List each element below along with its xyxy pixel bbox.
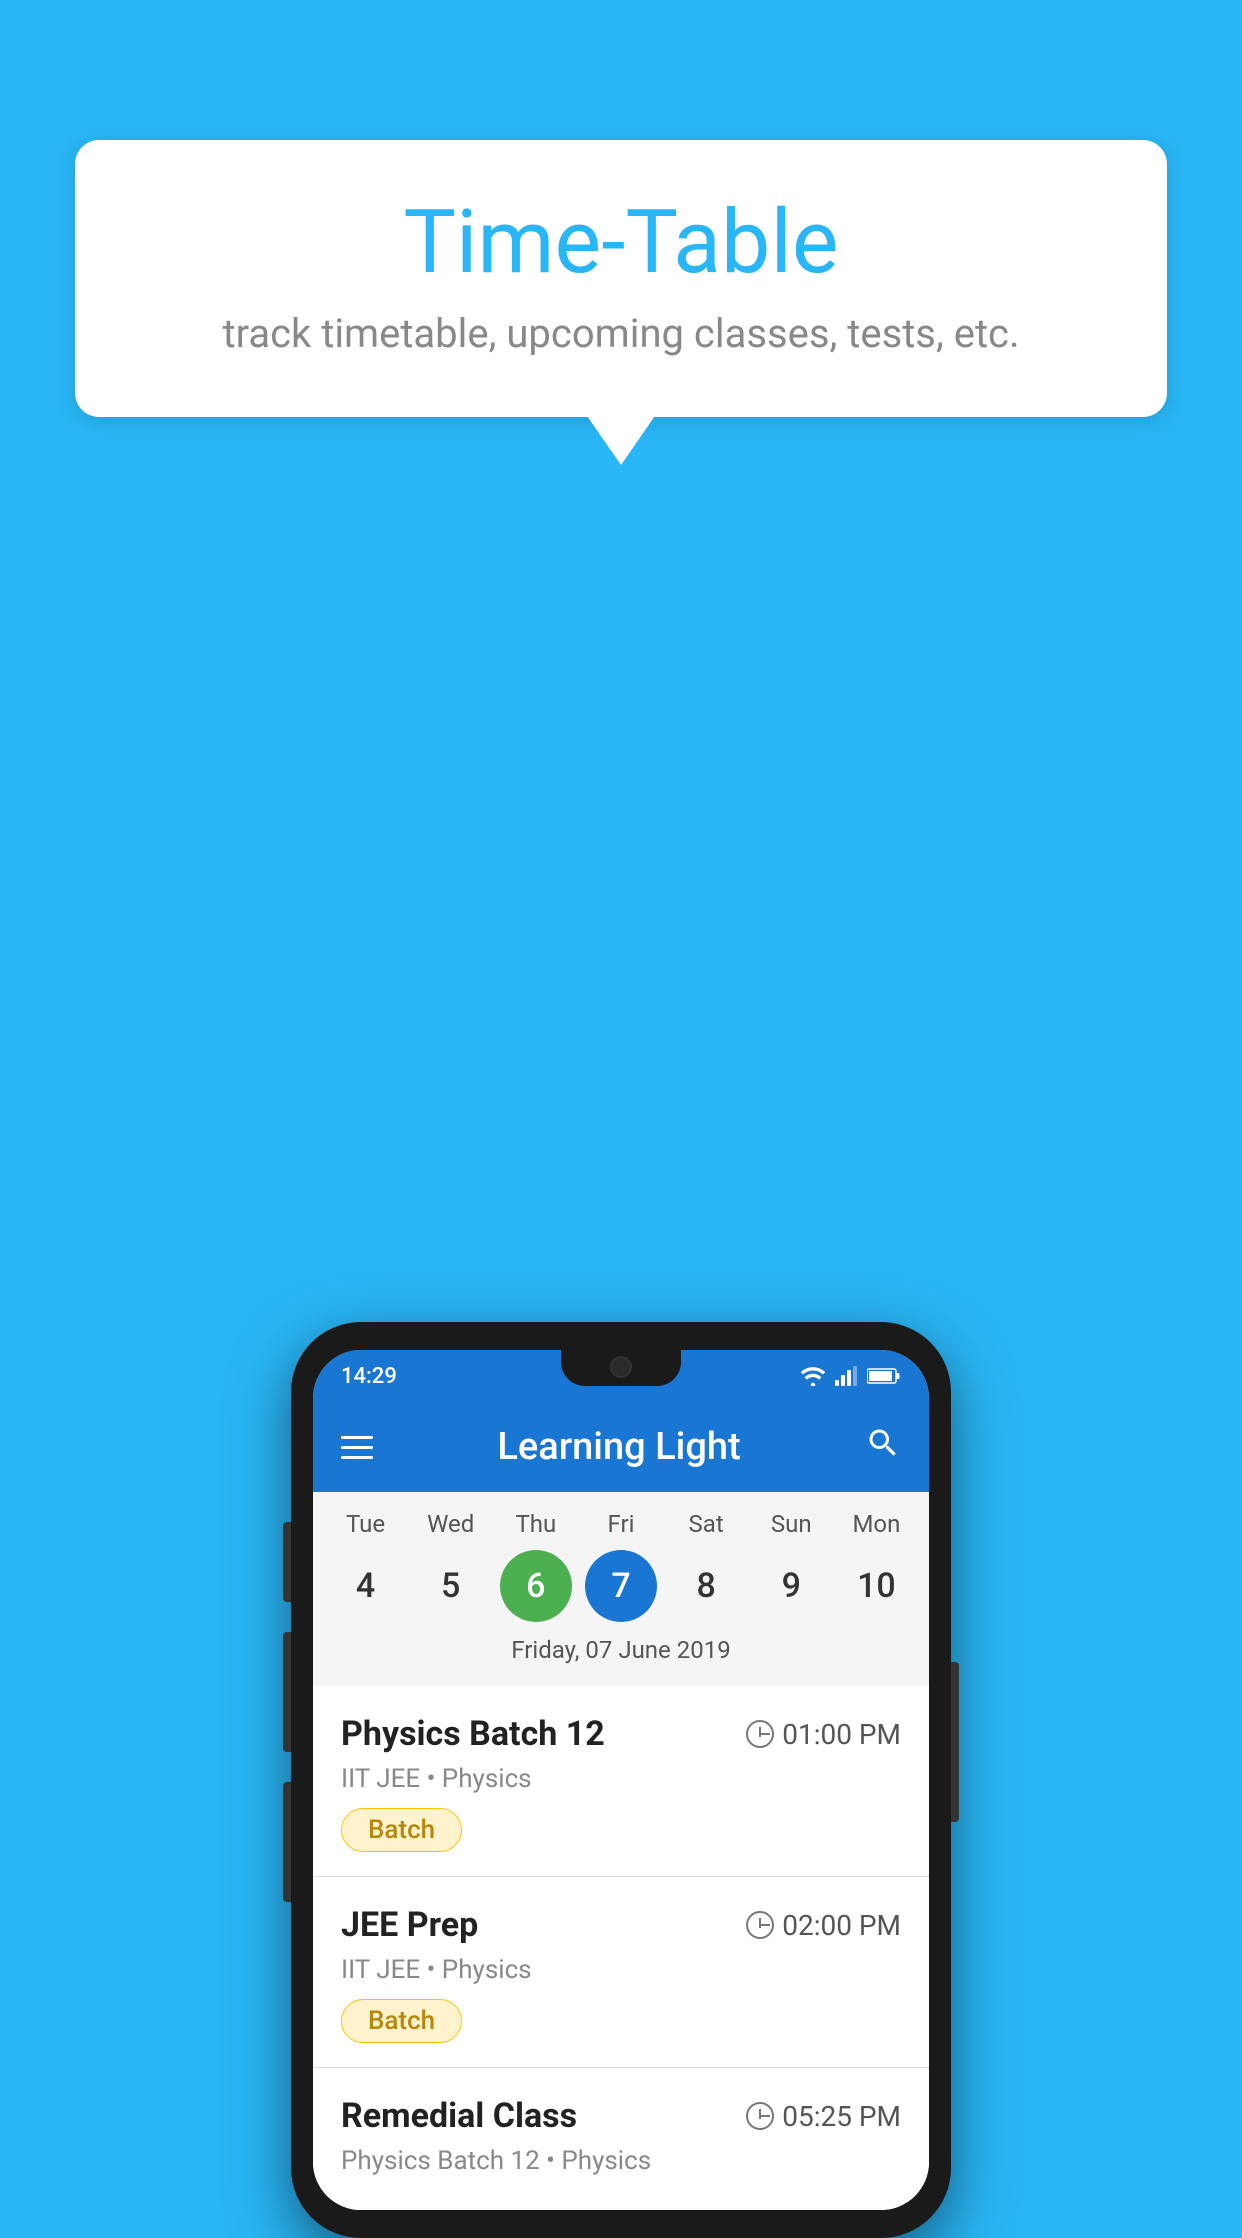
speech-bubble-container: Time-Table track timetable, upcoming cla… — [75, 140, 1167, 417]
class-time-text-2: 02:00 PM — [782, 1909, 901, 1942]
battery-icon — [867, 1367, 901, 1385]
day-5[interactable]: 5 — [415, 1550, 487, 1622]
class-time-text-3: 05:25 PM — [782, 2100, 901, 2133]
class-time-2: 02:00 PM — [746, 1909, 901, 1942]
day-9[interactable]: 9 — [755, 1550, 827, 1622]
phone-camera — [610, 1356, 632, 1378]
speech-bubble: Time-Table track timetable, upcoming cla… — [75, 140, 1167, 417]
day-header-wed: Wed — [415, 1510, 487, 1538]
day-7-selected[interactable]: 7 — [585, 1550, 657, 1622]
batch-tag-2: Batch — [341, 1999, 462, 2043]
class-time-3: 05:25 PM — [746, 2100, 901, 2133]
bubble-subtitle: track timetable, upcoming classes, tests… — [115, 310, 1127, 357]
bubble-title: Time-Table — [115, 195, 1127, 292]
day-4[interactable]: 4 — [330, 1550, 402, 1622]
day-header-sat: Sat — [670, 1510, 742, 1538]
phone-screen: 14:29 — [313, 1350, 929, 2210]
phone-shell: 14:29 — [291, 1322, 951, 2238]
signal-icon — [835, 1366, 859, 1386]
classes-list: Physics Batch 12 01:00 PM IIT JEE • Phys… — [313, 1686, 929, 2210]
class-item-remedial[interactable]: Remedial Class 05:25 PM Physics Batch 12… — [313, 2068, 929, 2210]
class-item-jee-prep[interactable]: JEE Prep 02:00 PM IIT JEE • Physics Batc… — [313, 1877, 929, 2068]
phone-mockup: 14:29 — [291, 1322, 951, 2238]
day-8[interactable]: 8 — [670, 1550, 742, 1622]
day-header-tue: Tue — [330, 1510, 402, 1538]
status-time: 14:29 — [341, 1364, 397, 1389]
class-name-2: JEE Prep — [341, 1905, 478, 1945]
app-title: Learning Light — [373, 1425, 865, 1469]
selected-date-label: Friday, 07 June 2019 — [323, 1636, 919, 1678]
clock-icon-1 — [746, 1720, 774, 1748]
phone-button-power — [951, 1662, 959, 1822]
hamburger-menu-button[interactable] — [341, 1436, 373, 1459]
class-time-text-1: 01:00 PM — [782, 1718, 901, 1751]
clock-icon-2 — [746, 1911, 774, 1939]
phone-button-volume-up — [283, 1632, 291, 1752]
class-item-header-2: JEE Prep 02:00 PM — [341, 1905, 901, 1945]
day-10[interactable]: 10 — [840, 1550, 912, 1622]
day-headers: Tue Wed Thu Fri Sat Sun Mon — [323, 1510, 919, 1538]
class-item-physics-batch-12[interactable]: Physics Batch 12 01:00 PM IIT JEE • Phys… — [313, 1686, 929, 1877]
phone-notch — [561, 1350, 681, 1386]
day-header-thu: Thu — [500, 1510, 572, 1538]
app-bar: Learning Light — [313, 1402, 929, 1492]
day-header-mon: Mon — [840, 1510, 912, 1538]
class-subtitle-2: IIT JEE • Physics — [341, 1955, 901, 1985]
status-icons — [799, 1366, 901, 1386]
class-name-3: Remedial Class — [341, 2096, 577, 2136]
class-name-1: Physics Batch 12 — [341, 1714, 605, 1754]
day-header-sun: Sun — [755, 1510, 827, 1538]
search-button[interactable] — [865, 1425, 901, 1470]
clock-icon-3 — [746, 2102, 774, 2130]
class-time-1: 01:00 PM — [746, 1718, 901, 1751]
class-subtitle-3: Physics Batch 12 • Physics — [341, 2146, 901, 2176]
phone-button-mute — [283, 1522, 291, 1602]
batch-tag-1: Batch — [341, 1808, 462, 1852]
day-numbers: 4 5 6 7 8 9 10 — [323, 1550, 919, 1622]
class-item-header-3: Remedial Class 05:25 PM — [341, 2096, 901, 2136]
calendar-strip: Tue Wed Thu Fri Sat Sun Mon 4 5 6 7 8 9 … — [313, 1492, 929, 1686]
class-subtitle-1: IIT JEE • Physics — [341, 1764, 901, 1794]
day-6-today[interactable]: 6 — [500, 1550, 572, 1622]
wifi-icon — [799, 1366, 827, 1386]
day-header-fri: Fri — [585, 1510, 657, 1538]
phone-button-volume-down — [283, 1782, 291, 1902]
class-item-header-1: Physics Batch 12 01:00 PM — [341, 1714, 901, 1754]
